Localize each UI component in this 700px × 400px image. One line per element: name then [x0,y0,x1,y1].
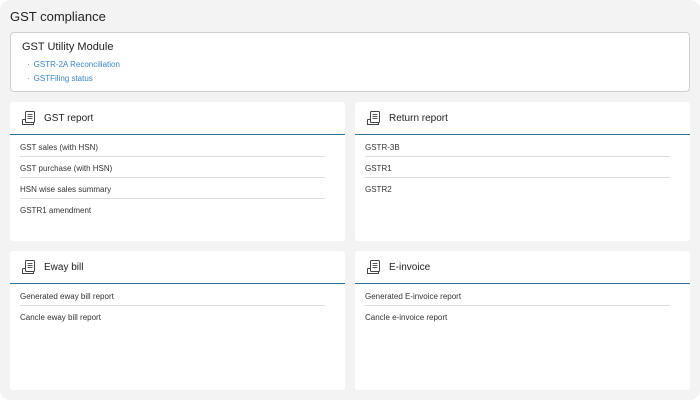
card-header-divider [355,133,690,135]
return-report-card: Return report GSTR-3B GSTR1 GSTR2 [355,102,690,241]
gstr1-amendment-link[interactable]: GSTR1 amendment [20,199,325,220]
link-label: GSTR-2A Reconciliation [33,60,120,69]
link-label: GSTFiling status [33,74,93,83]
gst-compliance-page: GST compliance GST Utility Module · GSTR-… [0,0,700,400]
eway-bill-card: Eway bill Generated eway bill report Can… [10,251,345,390]
report-icon [22,260,35,274]
card-title: Return report [389,113,448,124]
page-title: GST compliance [10,9,106,24]
card-header: Eway bill [10,251,345,284]
bullet-icon: · [27,74,30,83]
report-icon [22,111,35,125]
gst-report-card: GST report GST sales (with HSN) GST purc… [10,102,345,241]
report-icon [367,111,380,125]
card-header: Return report [355,102,690,135]
cancle-e-invoice-report-link[interactable]: Cancle e-invoice report [365,306,670,327]
report-icon [367,260,380,274]
hsn-wise-sales-summary-link[interactable]: HSN wise sales summary [20,178,325,199]
card-title: Eway bill [44,262,84,273]
gstr-3b-link[interactable]: GSTR-3B [365,136,670,157]
card-item-list: Generated eway bill report Cancle eway b… [20,285,325,327]
gst-sales-with-hsn-link[interactable]: GST sales (with HSN) [20,136,325,157]
card-header-divider [10,282,345,284]
generated-e-invoice-report-link[interactable]: Generated E-invoice report [365,285,670,306]
gstr2-link[interactable]: GSTR2 [365,178,670,199]
gst-filing-status-link[interactable]: · GSTFiling status [27,74,120,88]
card-header-divider [355,282,690,284]
card-header: GST report [10,102,345,135]
gstr-2a-reconciliation-link[interactable]: · GSTR-2A Reconciliation [27,60,120,74]
card-title: GST report [44,113,94,124]
e-invoice-card: E-invoice Generated E-invoice report Can… [355,251,690,390]
gst-purchase-with-hsn-link[interactable]: GST purchase (with HSN) [20,157,325,178]
generated-eway-bill-report-link[interactable]: Generated eway bill report [20,285,325,306]
card-title: E-invoice [389,262,431,273]
cancle-eway-bill-report-link[interactable]: Cancle eway bill report [20,306,325,327]
utility-links-list: · GSTR-2A Reconciliation · GSTFiling statu… [27,60,120,88]
gst-utility-module-panel: GST Utility Module · GSTR-2A Reconciliati… [10,32,690,92]
utility-module-title: GST Utility Module [22,41,114,53]
card-item-list: GST sales (with HSN) GST purchase (with … [20,136,325,220]
card-header: E-invoice [355,251,690,284]
card-item-list: GSTR-3B GSTR1 GSTR2 [365,136,670,199]
card-item-list: Generated E-invoice report Cancle e-invo… [365,285,670,327]
bullet-icon: · [27,60,30,69]
card-header-divider [10,133,345,135]
gstr1-link[interactable]: GSTR1 [365,157,670,178]
